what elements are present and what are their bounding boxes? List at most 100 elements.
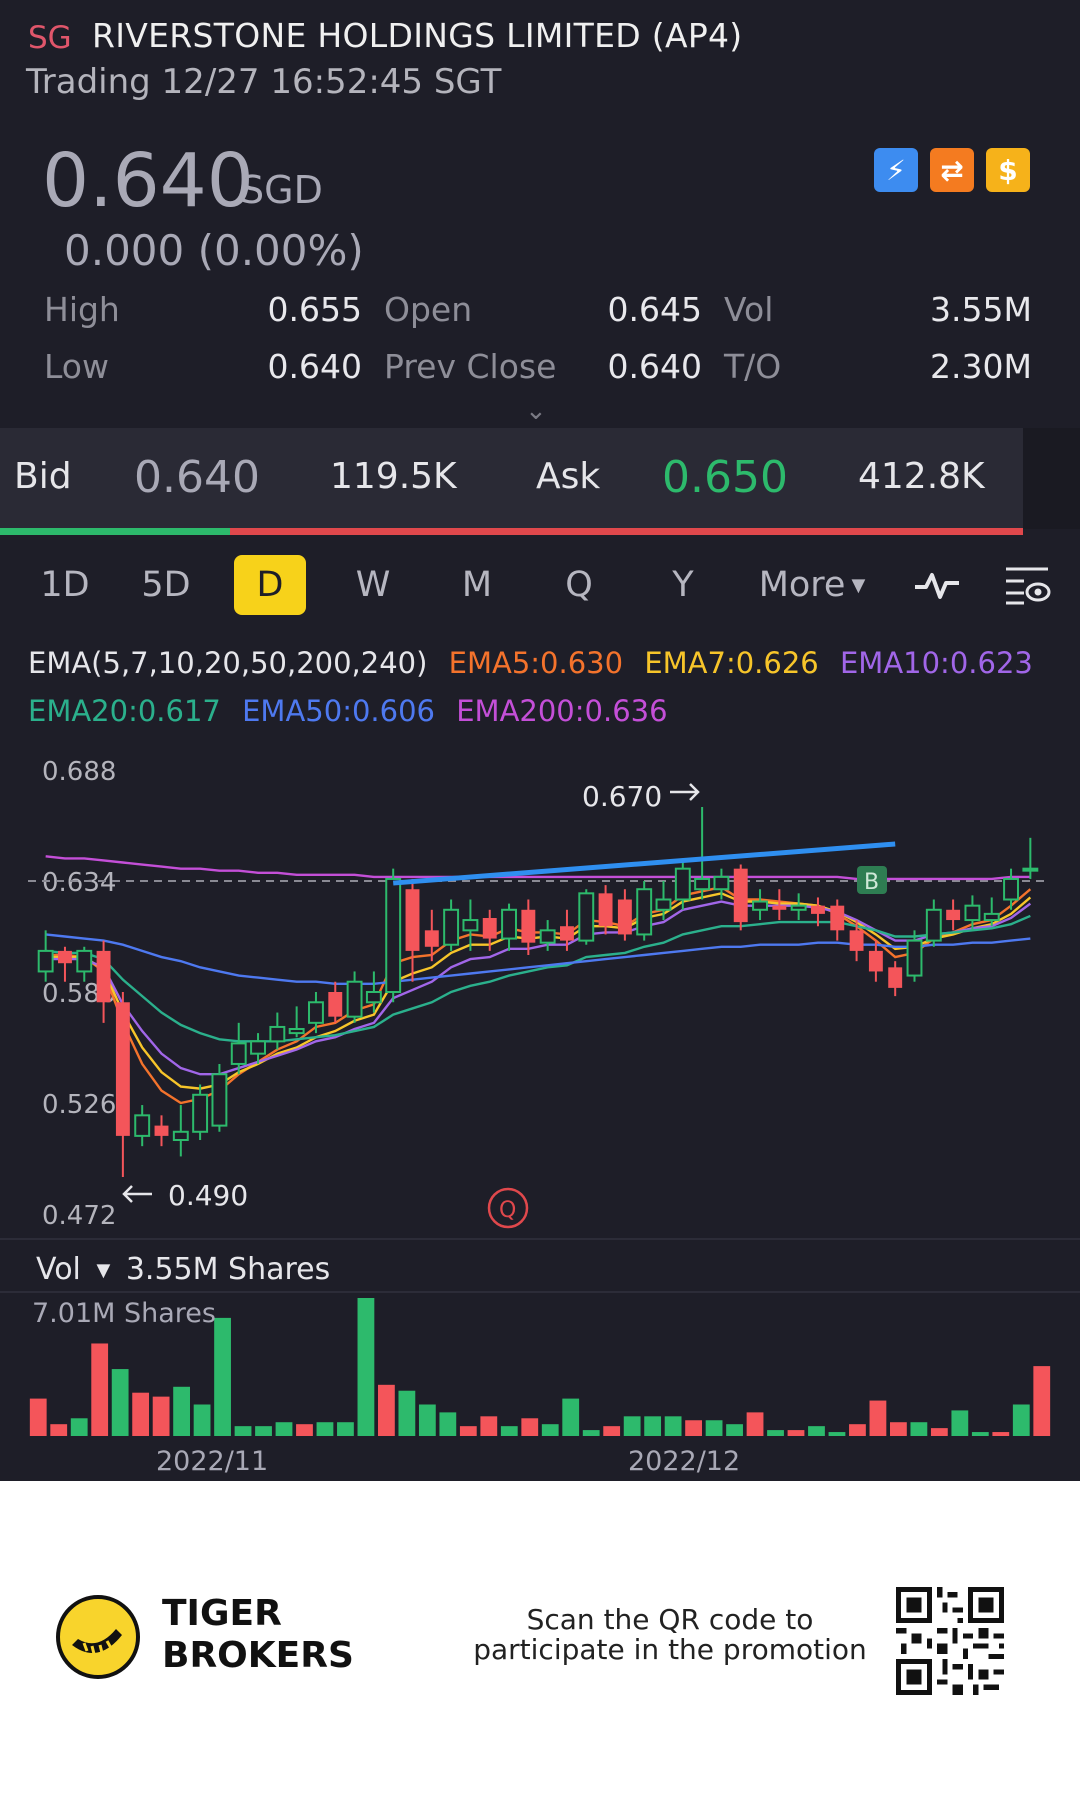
candle-body (964, 904, 981, 922)
tab-m[interactable]: M (450, 555, 504, 615)
chart-settings-icon[interactable] (1000, 555, 1054, 615)
volume-label: Vol (36, 1252, 81, 1287)
y-tick-label: 0.634 (42, 868, 116, 898)
volume-bar (1012, 1404, 1030, 1436)
candle-body (192, 1093, 209, 1133)
swap-icon[interactable]: ⇄ (930, 148, 974, 192)
high-price-label: 0.670 (582, 780, 662, 813)
candle-body (308, 1001, 324, 1024)
ask-price: 0.650 (662, 452, 788, 503)
ema50-value: EMA50:0.606 (242, 694, 435, 728)
candle-body (365, 991, 382, 1004)
candle-body (269, 1025, 286, 1043)
candle-body (76, 949, 93, 973)
tab-y[interactable]: Y (656, 555, 710, 615)
tab-1d[interactable]: 1D (34, 555, 96, 615)
lightning-icon[interactable]: ⚡ (874, 148, 918, 192)
candle-body (521, 909, 536, 943)
volume-bar (930, 1428, 948, 1436)
tab-q[interactable]: Q (552, 555, 606, 615)
brand-line-1: TIGER (162, 1593, 282, 1634)
candle-body (288, 1028, 305, 1035)
promo-line-1: Scan the QR code to (526, 1603, 814, 1636)
ema-line-ema7 (45, 892, 1032, 1090)
ema-legend-row-1: EMA(5,7,10,20,50,200,240) EMA5:0.630 EMA… (28, 646, 1045, 680)
volume-bar (787, 1430, 805, 1436)
candle-body (790, 904, 807, 911)
candle-body (346, 980, 363, 1018)
volume-bar (623, 1416, 641, 1436)
volume-bar (808, 1426, 825, 1436)
trading-status: Trading 12/27 16:52:45 SGT (26, 62, 502, 102)
bid-size: 119.5K (330, 456, 457, 497)
candle-body (983, 912, 1000, 922)
volume-bar (111, 1369, 129, 1436)
prev-close-label: Prev Close (384, 347, 557, 386)
candle-body (250, 1040, 266, 1055)
volume-bar (132, 1392, 150, 1436)
low-value: 0.640 (267, 347, 362, 386)
tab-d[interactable]: D (234, 555, 306, 615)
candle-body (830, 905, 845, 931)
buy-marker-label: B (864, 870, 879, 895)
volume-bar (603, 1426, 621, 1436)
volume-bar (971, 1432, 989, 1436)
qr-code-icon[interactable] (896, 1587, 1004, 1695)
volume-bar (70, 1418, 88, 1436)
candle-body (694, 877, 711, 891)
volume-bar (152, 1396, 170, 1436)
vol-label: Vol (724, 290, 774, 329)
candlestick-chart[interactable]: 0.6880.6340.5800.5260.4720.6700.490BQ (0, 740, 1080, 1240)
tab-w[interactable]: W (346, 555, 400, 615)
candle-body (598, 893, 613, 927)
tab-more[interactable]: More ▼ (756, 555, 868, 615)
volume-bar (480, 1416, 498, 1436)
chevron-down-icon[interactable]: ⌄ (525, 396, 547, 426)
candle-body (674, 867, 691, 901)
candle-body (58, 950, 72, 964)
promo-footer: TIGER BROKERS Scan the QR code to partic… (0, 1481, 1080, 1798)
candle-body (539, 929, 556, 944)
volume-bar (337, 1422, 354, 1436)
volume-bar (500, 1426, 518, 1436)
candle-body (211, 1073, 228, 1127)
candle-body (752, 900, 768, 911)
q-marker-label: Q (499, 1198, 516, 1223)
candle-body (230, 1042, 247, 1065)
candle-body (636, 888, 653, 936)
volume-current: 3.55M Shares (125, 1252, 331, 1287)
period-tabs: 1D 5D D W M Q Y More ▼ (0, 555, 1080, 615)
ask-size: 412.8K (858, 456, 985, 497)
ema200-value: EMA200:0.636 (456, 694, 668, 728)
tab-5d[interactable]: 5D (134, 555, 198, 615)
indicator-icon[interactable] (910, 555, 964, 615)
candle-body (405, 889, 420, 951)
volume-bar (193, 1404, 211, 1436)
volume-header[interactable]: Vol ▼ 3.55M Shares (36, 1252, 330, 1287)
bid-ask-bar[interactable]: Bid 0.640 119.5K Ask 0.650 412.8K (0, 428, 1023, 529)
volume-bar (869, 1400, 887, 1436)
volume-bar (705, 1420, 723, 1436)
open-value: 0.645 (607, 290, 702, 329)
x-axis-label-nov: 2022/11 (156, 1446, 269, 1477)
volume-bar (1033, 1366, 1051, 1436)
turnover-label: T/O (724, 347, 782, 386)
volume-bar (951, 1410, 969, 1436)
volume-bar (910, 1422, 928, 1436)
stock-name: RIVERSTONE HOLDINGS LIMITED (AP4) (92, 16, 743, 55)
dollar-icon[interactable]: $ (986, 148, 1030, 192)
ema10-value: EMA10:0.623 (839, 646, 1033, 680)
volume-bar (521, 1418, 539, 1436)
volume-bar (459, 1426, 477, 1436)
candle-body (1022, 867, 1039, 872)
candle-body (1003, 877, 1019, 901)
candle-body (424, 930, 439, 947)
volume-bar (296, 1424, 313, 1436)
candle-body (868, 950, 883, 972)
y-tick-label: 0.688 (42, 757, 116, 787)
candle-body (578, 892, 595, 942)
market-tag: SG (28, 20, 72, 56)
candle-body (134, 1114, 151, 1137)
candle-body (37, 949, 54, 973)
candle-body (462, 919, 479, 932)
